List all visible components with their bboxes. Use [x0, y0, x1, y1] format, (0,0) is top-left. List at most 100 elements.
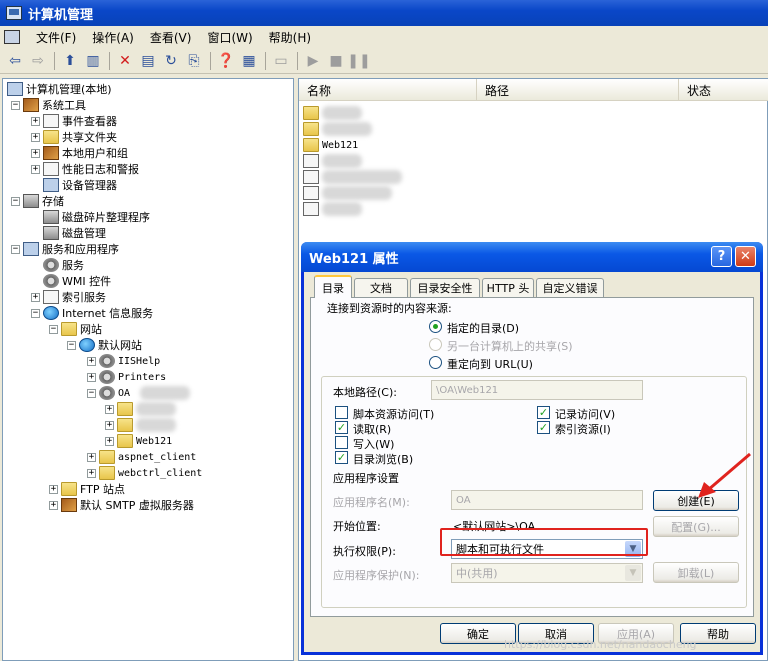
checkbox-read[interactable]: ✓ — [335, 421, 348, 434]
expand-icon[interactable]: + — [49, 500, 58, 510]
tree-root[interactable]: 计算机管理(本地) — [7, 81, 112, 97]
back-icon[interactable]: ⇦ — [4, 50, 26, 72]
system-menu-icon[interactable] — [4, 30, 20, 44]
unload-button[interactable]: 卸载(L) — [653, 562, 739, 583]
tree-item-disk-management[interactable]: 磁盘管理 — [43, 225, 106, 241]
tree-item-services[interactable]: 服务 — [43, 257, 84, 273]
tree-item-services-apps[interactable]: − 服务和应用程序 — [11, 241, 119, 257]
tree-item-perf-logs[interactable]: + 性能日志和警报 — [31, 161, 139, 177]
menu-help[interactable]: 帮助(H) — [261, 29, 319, 46]
tree-item-device-manager[interactable]: 设备管理器 — [43, 177, 117, 193]
list-item[interactable] — [303, 185, 392, 201]
local-path-field[interactable]: \OA\Web121 — [431, 380, 643, 400]
collapse-icon[interactable]: − — [49, 324, 58, 334]
stop-icon[interactable]: ■ — [325, 50, 347, 72]
config-button[interactable]: 配置(G)... — [653, 516, 739, 537]
tree-item-event-viewer[interactable]: + 事件查看器 — [31, 113, 117, 129]
tree-item-smtp[interactable]: + 默认 SMTP 虚拟服务器 — [49, 497, 194, 513]
list-item[interactable] — [303, 201, 362, 217]
window-titlebar[interactable]: 计算机管理 — [0, 0, 768, 26]
checkbox-directory-browsing[interactable]: ✓ — [335, 451, 348, 464]
tree-item-storage[interactable]: − 存储 — [11, 193, 64, 209]
dialog-titlebar[interactable]: Web121 属性 ? ✕ — [301, 242, 763, 272]
tree-item-redacted[interactable]: + — [105, 417, 176, 433]
menu-window[interactable]: 窗口(W) — [199, 29, 260, 46]
expand-icon[interactable]: + — [87, 468, 96, 478]
expand-icon[interactable]: + — [31, 116, 40, 126]
help-button[interactable]: ? — [711, 246, 732, 267]
list-item[interactable] — [303, 169, 402, 185]
close-button[interactable]: ✕ — [735, 246, 756, 267]
show-tree-icon[interactable]: ▥ — [82, 50, 104, 72]
checkbox-script-access[interactable] — [335, 406, 348, 419]
expand-icon[interactable]: + — [31, 292, 40, 302]
radio-local-directory[interactable] — [429, 320, 442, 333]
chevron-down-icon[interactable]: ▼ — [625, 565, 641, 581]
computer-icon[interactable]: ▭ — [270, 50, 292, 72]
play-icon[interactable]: ▶ — [302, 50, 324, 72]
tab-directory[interactable]: 目录 — [314, 275, 352, 298]
expand-icon[interactable]: + — [105, 436, 114, 446]
tree-item-web121[interactable]: + Web121 — [105, 433, 172, 449]
tab-custom-errors[interactable]: 自定义错误 — [536, 278, 604, 297]
tree-item-websites[interactable]: − 网站 — [49, 321, 102, 337]
pause-icon[interactable]: ❚❚ — [347, 50, 370, 72]
tree-item-printers[interactable]: + Printers — [87, 369, 166, 385]
collapse-icon[interactable]: − — [11, 100, 20, 110]
collapse-icon[interactable]: − — [11, 244, 20, 254]
show-hide-pane-icon[interactable]: ▦ — [238, 50, 260, 72]
tree-item-aspnet-client[interactable]: + aspnet_client — [87, 449, 196, 465]
list-item[interactable] — [303, 121, 372, 137]
expand-icon[interactable]: + — [105, 420, 114, 430]
tree-item-indexing[interactable]: + 索引服务 — [31, 289, 106, 305]
tab-documents[interactable]: 文档 — [354, 278, 408, 297]
collapse-icon[interactable]: − — [67, 340, 76, 350]
refresh-icon[interactable]: ↻ — [160, 50, 182, 72]
help-icon[interactable]: ❓ — [215, 50, 237, 72]
list-item[interactable]: Web121 — [303, 137, 358, 153]
tree-item-wmi[interactable]: WMI 控件 — [43, 273, 111, 289]
expand-icon[interactable]: + — [87, 372, 96, 382]
expand-icon[interactable]: + — [31, 164, 40, 174]
column-header-status[interactable]: 状态 — [679, 79, 768, 101]
tree-item-ftp[interactable]: + FTP 站点 — [49, 481, 125, 497]
collapse-icon[interactable]: − — [11, 196, 20, 206]
tree-item-shared-folders[interactable]: + 共享文件夹 — [31, 129, 117, 145]
collapse-icon[interactable]: − — [31, 308, 40, 318]
properties-icon[interactable]: ▤ — [137, 50, 159, 72]
column-header-path[interactable]: 路径 — [477, 79, 679, 101]
tree-item-local-users[interactable]: + 本地用户和组 — [31, 145, 128, 161]
list-item[interactable] — [303, 105, 362, 121]
checkbox-index-resource[interactable]: ✓ — [537, 421, 550, 434]
checkbox-write[interactable] — [335, 436, 348, 449]
tree-item-default-site[interactable]: − 默认网站 — [67, 337, 142, 353]
tree-item-webctrl-client[interactable]: + webctrl_client — [87, 465, 202, 481]
expand-icon[interactable]: + — [49, 484, 58, 494]
tab-directory-security[interactable]: 目录安全性 — [410, 278, 480, 297]
tree-item-iis[interactable]: − Internet 信息服务 — [31, 305, 153, 321]
radio-redirect-url[interactable] — [429, 356, 442, 369]
up-folder-icon[interactable]: ⬆ — [59, 50, 81, 72]
menu-view[interactable]: 查看(V) — [142, 29, 200, 46]
delete-icon[interactable]: ✕ — [114, 50, 136, 72]
expand-icon[interactable]: + — [105, 404, 114, 414]
tree-item-iishelp[interactable]: + IISHelp — [87, 353, 160, 369]
list-item[interactable] — [303, 153, 362, 169]
tab-http-headers[interactable]: HTTP 头 — [482, 278, 534, 297]
expand-icon[interactable]: + — [87, 452, 96, 462]
checkbox-log-visits[interactable]: ✓ — [537, 406, 550, 419]
column-header-name[interactable]: 名称 — [299, 79, 477, 101]
export-list-icon[interactable]: ⎘ — [183, 50, 205, 72]
tree-item-defrag[interactable]: 磁盘碎片整理程序 — [43, 209, 150, 225]
tree-item-oa[interactable]: − OA — [87, 385, 191, 401]
tree-item-system-tools[interactable]: − 系统工具 — [11, 97, 86, 113]
menu-action[interactable]: 操作(A) — [84, 29, 142, 46]
collapse-icon[interactable]: − — [87, 388, 96, 398]
forward-icon[interactable]: ⇨ — [27, 50, 49, 72]
expand-icon[interactable]: + — [31, 132, 40, 142]
radio-network-share[interactable] — [429, 338, 442, 351]
tree-pane[interactable]: 计算机管理(本地) − 系统工具 + 事件查看器 + 共享文件夹 + 本地用户和… — [2, 78, 294, 661]
menu-file[interactable]: 文件(F) — [28, 29, 84, 46]
app-protection-select[interactable]: 中(共用) ▼ — [451, 563, 643, 583]
expand-icon[interactable]: + — [87, 356, 96, 366]
